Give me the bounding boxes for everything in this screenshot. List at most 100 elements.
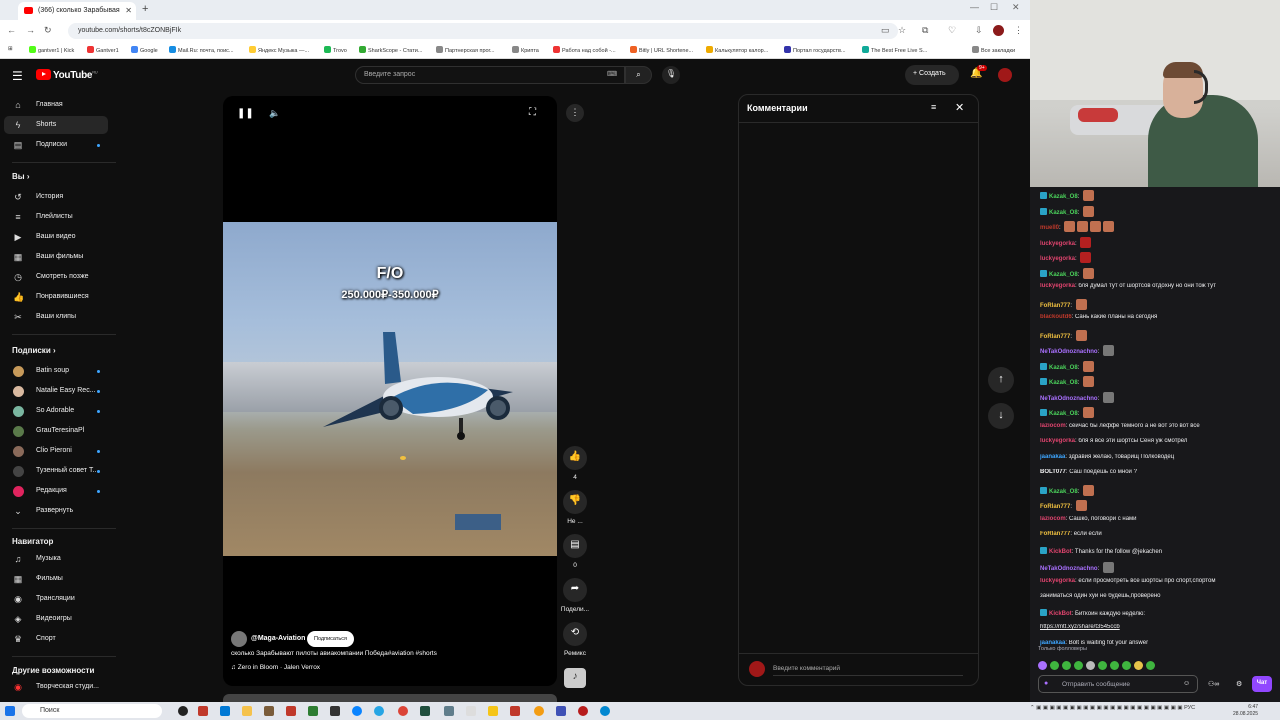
sidebar-item-watch-later[interactable]: ◷ Смотреть позже xyxy=(4,268,108,286)
sidebar-item-movies[interactable]: ▦ Фильмы xyxy=(4,570,108,588)
bookmark-item[interactable]: Trovo xyxy=(324,46,347,54)
sidebar-sub-channel[interactable]: Batin soup xyxy=(4,362,108,380)
chat-username[interactable]: luckyegorka xyxy=(1040,438,1075,444)
chat-username[interactable]: NeTakOdnoznachno xyxy=(1040,566,1098,572)
chrome-icon[interactable] xyxy=(398,706,408,716)
bookmark-item[interactable]: Яндекс Музыка —... xyxy=(249,46,309,54)
subscribe-button[interactable]: Подписаться xyxy=(307,631,354,647)
sidebar-item-your-movies[interactable]: ▦ Ваши фильмы xyxy=(4,248,108,266)
app-icon[interactable] xyxy=(488,706,498,716)
app-icon[interactable] xyxy=(510,706,520,716)
windows-start-icon[interactable] xyxy=(5,706,15,716)
chat-username[interactable]: jaanakaa xyxy=(1040,640,1065,646)
channel-name[interactable]: @Maga-Aviation xyxy=(251,635,305,642)
sidebar-item-music[interactable]: ♫ Музыка xyxy=(4,550,108,568)
chat-username[interactable]: Kazak_O8 xyxy=(1049,411,1078,417)
video-frame[interactable]: F/O 250.000₽-350.000₽ xyxy=(223,222,557,556)
like-button[interactable]: 👍 4 xyxy=(558,446,592,481)
emote-icon[interactable] xyxy=(1038,661,1047,670)
sidebar-sub-channel[interactable]: Clio Pieroni xyxy=(4,442,108,460)
chat-username[interactable]: Kazak_O8 xyxy=(1049,272,1078,278)
new-tab-icon[interactable]: + xyxy=(142,3,148,15)
taskview-icon[interactable] xyxy=(178,706,188,716)
sidebar-item-live[interactable]: ◉ Трансляции xyxy=(4,590,108,608)
system-tray[interactable]: ⌃ ▣ ▣ ▣ ▣ ▣ ▣ ▣ ▣ ▣ ▣ ▣ ▣ ▣ ▣ ▣ ▣ ▣ ▣ ▣ … xyxy=(1030,705,1195,711)
telegram-icon[interactable] xyxy=(374,706,384,716)
sidebar-sub-channel[interactable]: Тузенный совет Т... xyxy=(4,462,108,480)
search-button[interactable]: ⌕ xyxy=(625,66,652,84)
chat-message-input[interactable]: Отправить сообщение xyxy=(1038,675,1198,693)
emoji-icon[interactable]: ☺ xyxy=(1183,680,1190,687)
bookmark-star-icon[interactable]: ☆ xyxy=(898,25,906,36)
folder-icon[interactable] xyxy=(242,706,252,716)
app-icon[interactable] xyxy=(264,706,274,716)
bookmark-item[interactable]: Калькулятор калор... xyxy=(706,46,768,54)
sidebar-item-studio[interactable]: ◉ Творческая студи... xyxy=(4,678,108,696)
emote-icon[interactable] xyxy=(1050,661,1059,670)
sidebar-item-sport[interactable]: ♛ Спорт xyxy=(4,630,108,648)
chat-username[interactable]: FoRlan777 xyxy=(1040,303,1070,309)
extensions-icon[interactable]: ⧉ xyxy=(922,25,928,36)
chat-username[interactable]: laziocom xyxy=(1040,423,1066,429)
bookmark-item[interactable]: Работа над собой -... xyxy=(553,46,616,54)
chat-username[interactable]: NeTakOdnoznachno xyxy=(1040,396,1098,402)
app-icon[interactable] xyxy=(534,706,544,716)
chat-username[interactable]: luckyegorka xyxy=(1040,283,1075,289)
search-input[interactable]: Введите запрос xyxy=(355,66,625,84)
chat-username[interactable]: FoRlan777 xyxy=(1040,531,1070,537)
chat-username[interactable]: Kazak_O8 xyxy=(1049,194,1078,200)
app-icon[interactable] xyxy=(466,706,476,716)
bookmark-item[interactable]: Все закладки xyxy=(972,46,1015,54)
youtube-logo[interactable]: YouTubeRU xyxy=(36,69,98,81)
shorts-player[interactable]: F/O 250.000₽-350.000₽ ❚❚ 🔈 ⛶ @Maga-Aviat… xyxy=(223,96,557,686)
taskbar-search[interactable]: Поиск xyxy=(22,704,162,718)
sound-thumbnail[interactable]: ♪ xyxy=(564,668,586,688)
back-icon[interactable]: ← xyxy=(7,25,16,35)
bookmark-item[interactable]: The Best Free Live S... xyxy=(862,46,927,54)
app-icon[interactable] xyxy=(600,706,610,716)
dislike-button[interactable]: 👎 Не ... xyxy=(558,490,592,525)
app-icon[interactable] xyxy=(286,706,296,716)
music-label[interactable]: ♫ Zero in Bloom · Jalen Verrox xyxy=(231,664,320,671)
bookmark-item[interactable]: Крипта xyxy=(512,46,539,54)
sidebar-sub-channel[interactable]: So Adorable xyxy=(4,402,108,420)
chat-send-button[interactable]: Чат xyxy=(1252,676,1272,692)
bookmark-item[interactable]: Портал государств... xyxy=(784,46,846,54)
menu-icon[interactable]: ⋮ xyxy=(1014,25,1023,36)
chat-username[interactable]: muell0 xyxy=(1040,225,1059,231)
chat-username[interactable]: NeTakOdnoznachno xyxy=(1040,349,1098,355)
downloads-icon[interactable]: ⇩ xyxy=(975,25,983,36)
sidebar-item-history[interactable]: ↺ История xyxy=(4,188,108,206)
chat-tools-icon[interactable]: ⚇∞ xyxy=(1208,680,1219,688)
bookmark-item[interactable]: Партнерская прог... xyxy=(436,46,494,54)
sidebar-item-subscriptions[interactable]: ▤ Подписки xyxy=(4,136,108,154)
app-icon[interactable] xyxy=(308,706,318,716)
sidebar-item-your-clips[interactable]: ✂ Ваши клипы xyxy=(4,308,108,326)
chat-username[interactable]: FoRlan777 xyxy=(1040,334,1070,340)
bookmark-item[interactable]: SharkScope - Стати... xyxy=(359,46,422,54)
account-avatar[interactable] xyxy=(998,68,1012,82)
emote-icon[interactable] xyxy=(1086,661,1095,670)
close-icon[interactable]: ✕ xyxy=(955,101,964,114)
bookmark-item[interactable]: Mail.Ru: почта, поис... xyxy=(169,46,234,54)
sidebar-item-your-videos[interactable]: ▶ Ваши видео xyxy=(4,228,108,246)
chat-settings-icon[interactable]: ⚙ xyxy=(1236,680,1242,688)
fullscreen-icon[interactable]: ⛶ xyxy=(529,107,536,118)
minimize-icon[interactable]: — xyxy=(970,2,979,12)
app-icon[interactable] xyxy=(352,706,362,716)
app-icon[interactable] xyxy=(578,706,588,716)
bookmark-item[interactable]: Gantver1 xyxy=(87,46,119,54)
chat-username[interactable]: luckyegorka xyxy=(1040,578,1075,584)
taskbar-clock[interactable]: 6:47 28.08.2025 xyxy=(1233,704,1258,718)
sidebar-item-playlists[interactable]: ≡ Плейлисты xyxy=(4,208,108,226)
sidebar-item-gaming[interactable]: ◈ Видеоигры xyxy=(4,610,108,628)
previous-short-button[interactable]: ↑ xyxy=(988,367,1014,393)
sidebar-item-home[interactable]: ⌂ Главная xyxy=(4,96,108,114)
chat-username[interactable]: luckyegorka xyxy=(1040,256,1075,262)
share-button[interactable]: ➦ Подели... xyxy=(558,578,592,613)
app-icon[interactable] xyxy=(556,706,566,716)
sidebar-sub-channel[interactable]: Natalie Easy Rec... xyxy=(4,382,108,400)
bookmark-item[interactable]: Google xyxy=(131,46,158,54)
chat-username[interactable]: KickBot xyxy=(1049,549,1072,555)
apps-icon[interactable]: ⊞ xyxy=(8,46,13,52)
